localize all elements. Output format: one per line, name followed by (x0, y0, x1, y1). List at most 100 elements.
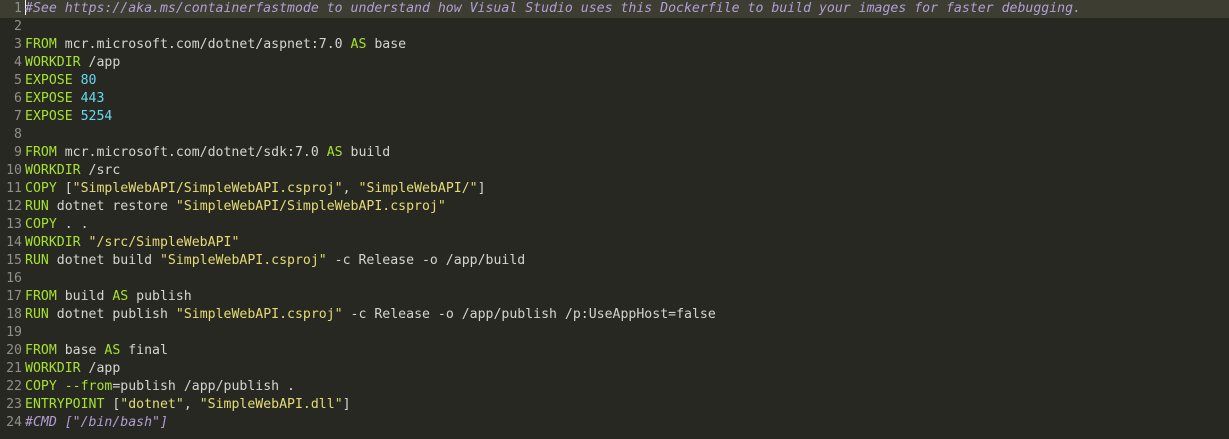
text-token: /app (80, 55, 121, 70)
line-content[interactable]: WORKDIR /src (22, 162, 1229, 180)
code-line[interactable]: 11 COPY ["SimpleWebAPI/SimpleWebAPI.cspro… (0, 180, 1229, 198)
line-content[interactable]: FROM mcr.microsoft.com/dotnet/aspnet:7.0… (22, 36, 1229, 54)
code-line[interactable]: 20 FROM base AS final (0, 342, 1229, 360)
line-content[interactable]: #CMD ["/bin/bash"] (22, 414, 1229, 432)
line-number: 24 (6, 415, 22, 430)
string-token: "SimpleWebAPI.dll" (199, 397, 343, 412)
line-number: 5 (14, 73, 22, 88)
code-line[interactable]: 13 COPY . . (0, 216, 1229, 234)
line-content[interactable]: EXPOSE 5254 (22, 108, 1229, 126)
line-number: 18 (6, 307, 22, 322)
line-number: 11 (6, 181, 22, 196)
keyword-token: RUN (25, 199, 49, 214)
line-number: 6 (14, 91, 22, 106)
code-line[interactable]: 12 RUN dotnet restore "SimpleWebAPI/Simpl… (0, 198, 1229, 216)
code-line[interactable]: 3 FROM mcr.microsoft.com/dotnet/aspnet:7.… (0, 36, 1229, 54)
code-line[interactable]: 15 RUN dotnet build "SimpleWebAPI.csproj"… (0, 252, 1229, 270)
text-token: /src (80, 163, 121, 178)
keyword-token: WORKDIR (25, 163, 81, 178)
code-line[interactable]: 9 FROM mcr.microsoft.com/dotnet/sdk:7.0 A… (0, 144, 1229, 162)
code-line[interactable]: 1 #See https://aka.ms/containerfastmode t… (0, 0, 1229, 18)
code-line[interactable]: 24 #CMD ["/bin/bash"] (0, 414, 1229, 432)
line-content[interactable]: COPY ["SimpleWebAPI/SimpleWebAPI.csproj"… (22, 180, 1229, 198)
line-number: 10 (6, 163, 22, 178)
code-line[interactable]: 7 EXPOSE 5254 (0, 108, 1229, 126)
line-content[interactable] (22, 18, 1229, 36)
text-token: build (56, 289, 113, 304)
code-line[interactable]: 22 COPY --from=publish /app/publish . (0, 378, 1229, 396)
string-token: "SimpleWebAPI/" (358, 181, 478, 196)
text-token: dotnet restore (48, 199, 176, 214)
line-content[interactable]: FROM build AS publish (22, 288, 1229, 306)
keyword-token: RUN (25, 253, 49, 268)
text-token: build (342, 145, 391, 160)
code-line[interactable]: 21 WORKDIR /app (0, 360, 1229, 378)
line-number: 12 (6, 199, 22, 214)
line-number: 8 (14, 127, 22, 142)
keyword-token: EXPOSE (25, 109, 73, 124)
code-line[interactable]: 14 WORKDIR "/src/SimpleWebAPI" (0, 234, 1229, 252)
string-token: "SimpleWebAPI/SimpleWebAPI.csproj" (72, 181, 343, 196)
line-content[interactable] (22, 126, 1229, 144)
string-token: "SimpleWebAPI/SimpleWebAPI.csproj" (175, 199, 446, 214)
keyword-token: COPY (25, 181, 57, 196)
line-content[interactable]: FROM base AS final (22, 342, 1229, 360)
text-token: [ (104, 397, 121, 412)
code-line[interactable]: 5 EXPOSE 80 (0, 72, 1229, 90)
line-number: 13 (6, 217, 22, 232)
text-token: ] (477, 181, 486, 196)
line-content[interactable]: WORKDIR "/src/SimpleWebAPI" (22, 234, 1229, 252)
line-content[interactable]: FROM mcr.microsoft.com/dotnet/sdk:7.0 AS… (22, 144, 1229, 162)
code-line[interactable]: 2 (0, 18, 1229, 36)
line-content[interactable]: RUN dotnet build "SimpleWebAPI.csproj" -… (22, 252, 1229, 270)
line-content[interactable]: EXPOSE 443 (22, 90, 1229, 108)
code-line[interactable]: 17 FROM build AS publish (0, 288, 1229, 306)
keyword-token: AS (104, 343, 121, 358)
code-editor[interactable]: 1 #See https://aka.ms/containerfastmode t… (0, 0, 1229, 439)
code-line[interactable]: 19 (0, 324, 1229, 342)
keyword-token: WORKDIR (25, 235, 81, 250)
line-content[interactable]: ENTRYPOINT ["dotnet", "SimpleWebAPI.dll"… (22, 396, 1229, 414)
code-line[interactable]: 8 (0, 126, 1229, 144)
line-number: 4 (14, 55, 22, 70)
text-token: base (56, 343, 105, 358)
keyword-token: WORKDIR (25, 361, 81, 376)
line-number: 15 (6, 253, 22, 268)
line-content[interactable] (22, 270, 1229, 288)
string-token: "dotnet" (120, 397, 184, 412)
line-content[interactable] (22, 324, 1229, 342)
text-token: , (183, 397, 200, 412)
text-token: -c Release -o /app/publish /p:UseAppHost… (342, 307, 716, 322)
code-line[interactable]: 23 ENTRYPOINT ["dotnet", "SimpleWebAPI.dl… (0, 396, 1229, 414)
code-line[interactable]: 4 WORKDIR /app (0, 54, 1229, 72)
text-token: /app (80, 361, 121, 376)
line-content[interactable]: WORKDIR /app (22, 360, 1229, 378)
string-token: "/src/SimpleWebAPI" (88, 235, 240, 250)
keyword-token: WORKDIR (25, 55, 81, 70)
code-line[interactable]: 10 WORKDIR /src (0, 162, 1229, 180)
line-content[interactable]: WORKDIR /app (22, 54, 1229, 72)
line-content[interactable]: RUN dotnet publish "SimpleWebAPI.csproj"… (22, 306, 1229, 324)
keyword-token: EXPOSE (25, 91, 73, 106)
string-token: "SimpleWebAPI.csproj" (175, 307, 343, 322)
line-number: 9 (14, 145, 22, 160)
text-token: dotnet build (48, 253, 160, 268)
line-content[interactable]: COPY --from=publish /app/publish . (22, 378, 1229, 396)
line-number: 22 (6, 379, 22, 394)
code-line[interactable]: 16 (0, 270, 1229, 288)
line-content[interactable]: RUN dotnet restore "SimpleWebAPI/SimpleW… (22, 198, 1229, 216)
text-token: ] (342, 397, 351, 412)
code-line[interactable]: 6 EXPOSE 443 (0, 90, 1229, 108)
line-number: 3 (14, 37, 22, 52)
text-token: mcr.microsoft.com/dotnet/aspnet:7.0 (56, 37, 351, 52)
text-token: dotnet publish (48, 307, 176, 322)
line-content[interactable]: #See https://aka.ms/containerfastmode to… (22, 0, 1229, 18)
line-number: 7 (14, 109, 22, 124)
line-content[interactable]: EXPOSE 80 (22, 72, 1229, 90)
line-number: 2 (14, 19, 22, 34)
text-token: publish (128, 289, 192, 304)
line-content[interactable]: COPY . . (22, 216, 1229, 234)
code-line[interactable]: 18 RUN dotnet publish "SimpleWebAPI.cspro… (0, 306, 1229, 324)
